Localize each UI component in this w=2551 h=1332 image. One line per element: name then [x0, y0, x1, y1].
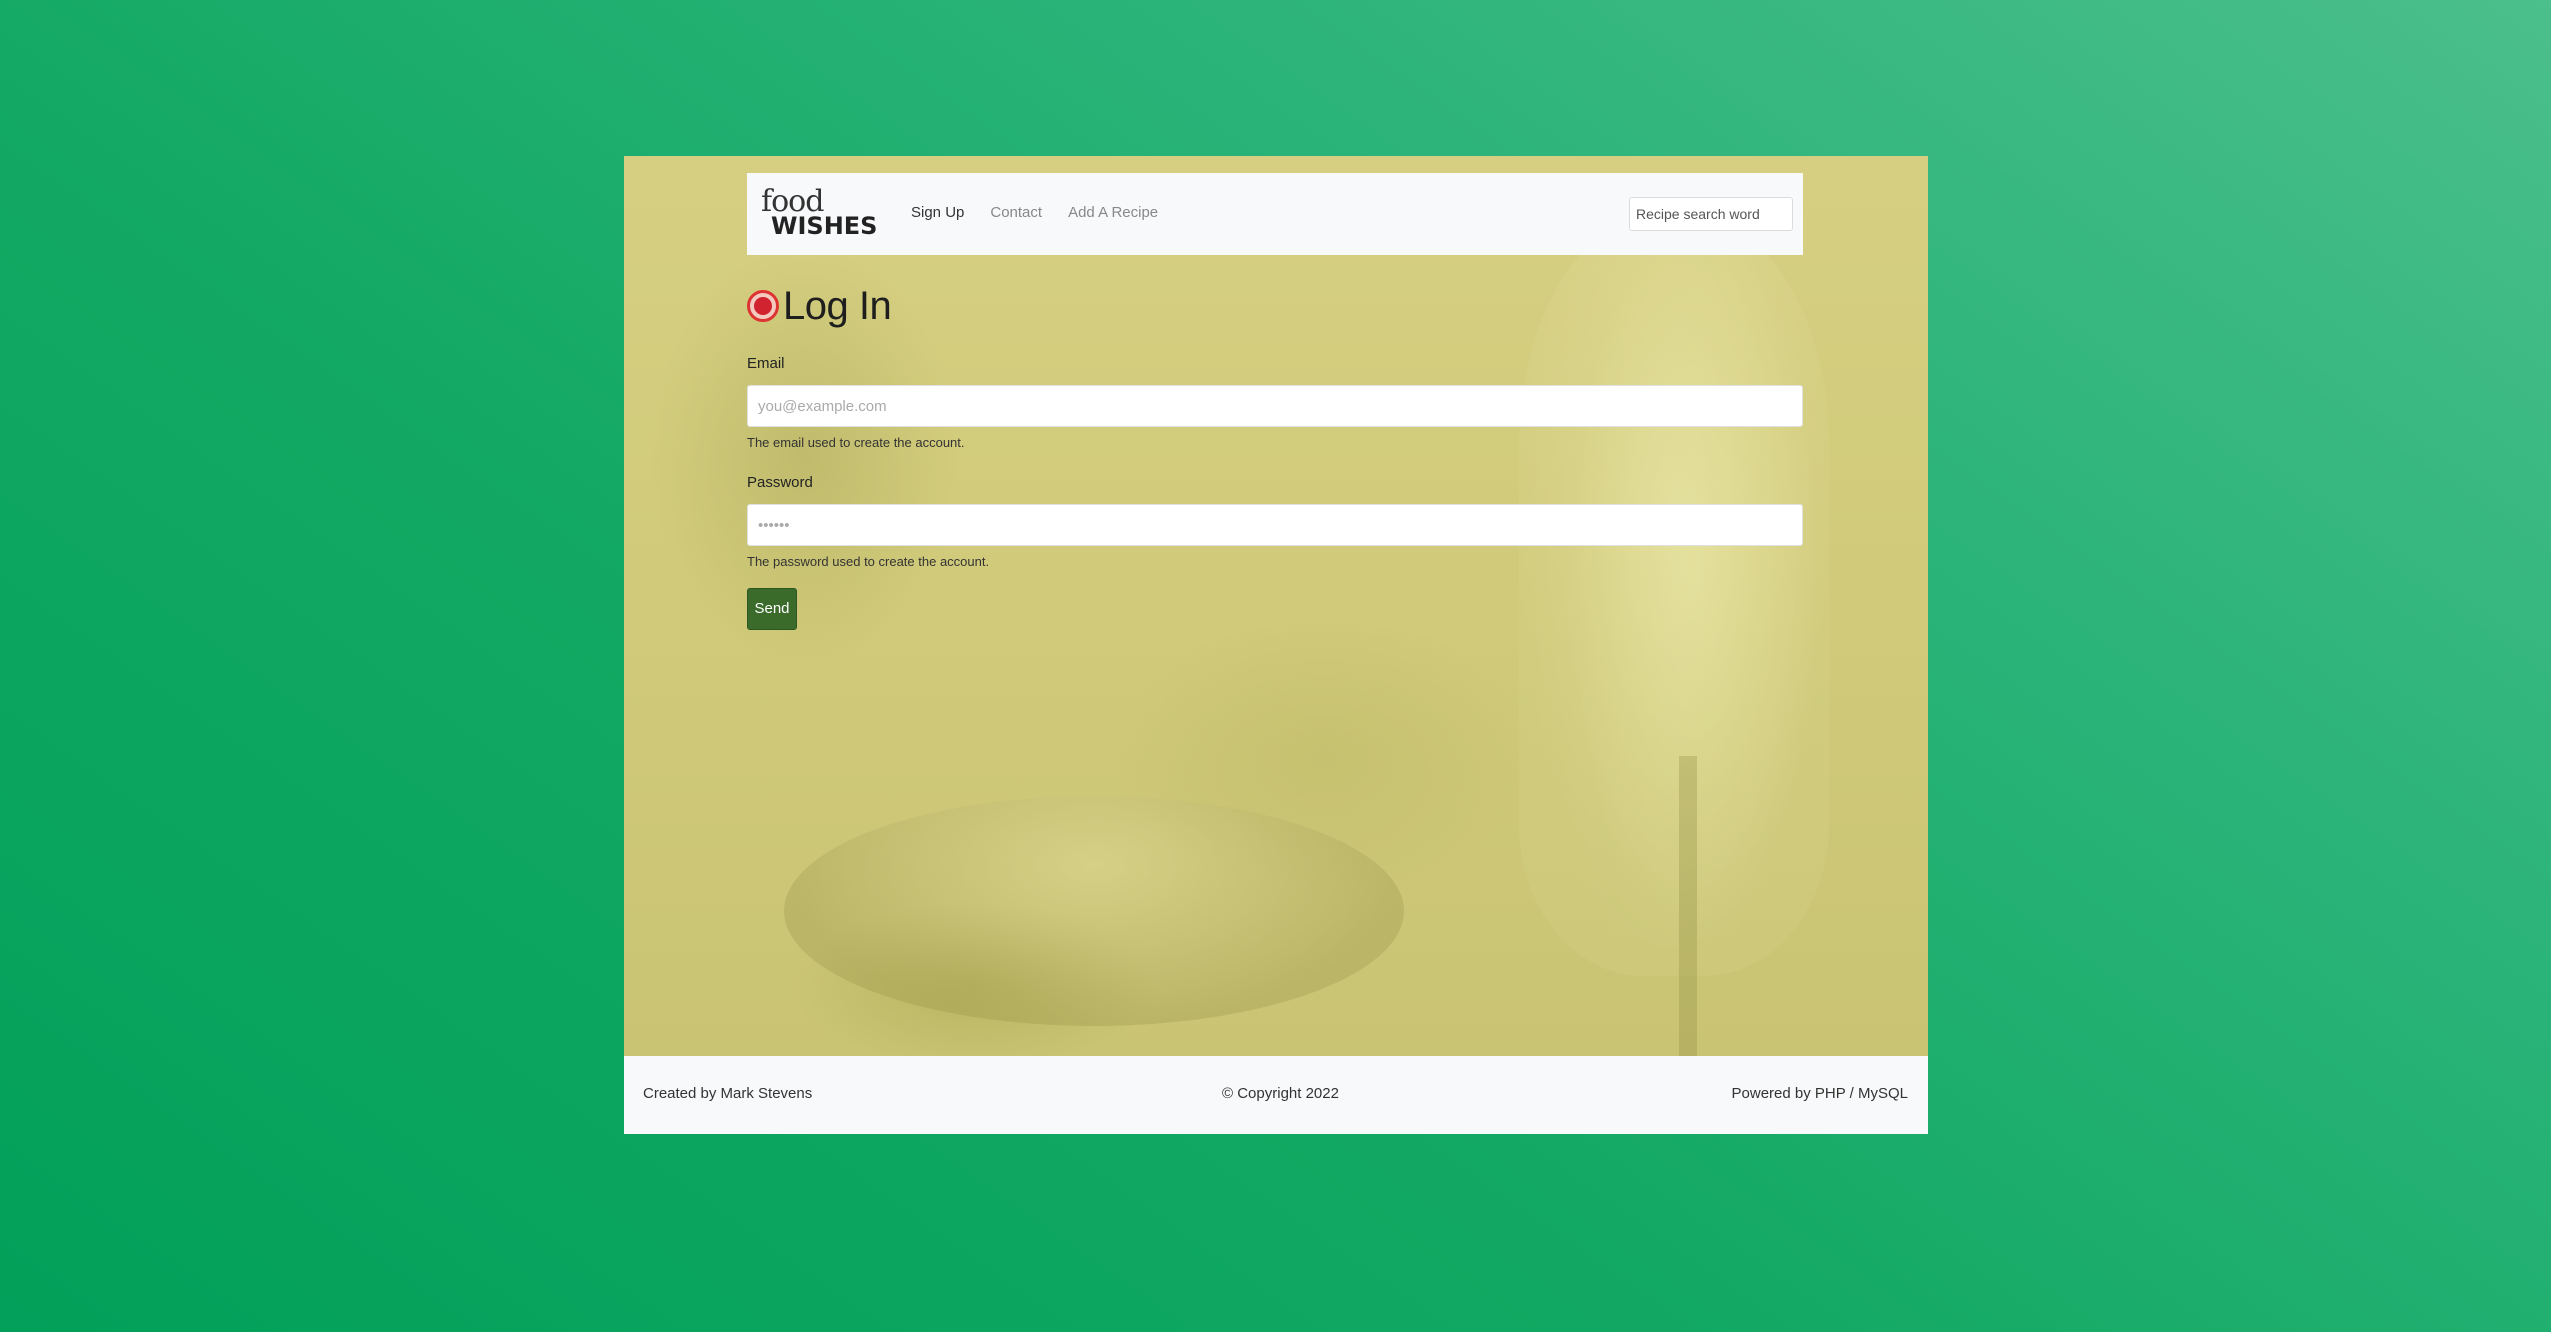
footer-powered-by: Powered by PHP / MySQL	[1731, 1085, 1908, 1102]
footer-credit: Created by Mark Stevens	[643, 1085, 813, 1102]
footer-copyright: © Copyright 2022	[1222, 1085, 1339, 1102]
login-form-section: Log In Email The email used to create th…	[747, 276, 1803, 630]
send-button[interactable]: Send	[747, 588, 797, 630]
logo-line-2: WISHES	[771, 212, 878, 240]
record-icon	[747, 290, 779, 322]
background-glass-stem	[1679, 756, 1697, 1056]
nav-link-contact[interactable]: Contact	[990, 203, 1042, 223]
nav-links: Sign Up Contact Add A Recipe	[911, 203, 1158, 223]
nav-link-add-a-recipe[interactable]: Add A Recipe	[1068, 203, 1158, 223]
footer: Created by Mark Stevens © Copyright 2022…	[624, 1056, 1928, 1134]
recipe-search-input[interactable]	[1629, 197, 1793, 231]
navbar: food WISHES Sign Up Contact Add A Recipe	[747, 173, 1803, 255]
email-label: Email	[747, 355, 785, 372]
password-field[interactable]	[747, 504, 1803, 546]
page-title: Log In	[783, 283, 892, 328]
background-bowl	[784, 796, 1404, 1026]
nav-link-sign-up[interactable]: Sign Up	[911, 203, 964, 223]
page-heading: Log In	[747, 276, 1803, 336]
browser-window: food WISHES Sign Up Contact Add A Recipe…	[624, 156, 1928, 1134]
password-label: Password	[747, 474, 813, 491]
password-help-text: The password used to create the account.	[747, 554, 990, 569]
site-logo[interactable]: food WISHES	[761, 187, 881, 241]
email-help-text: The email used to create the account.	[747, 435, 965, 450]
email-field[interactable]	[747, 385, 1803, 427]
